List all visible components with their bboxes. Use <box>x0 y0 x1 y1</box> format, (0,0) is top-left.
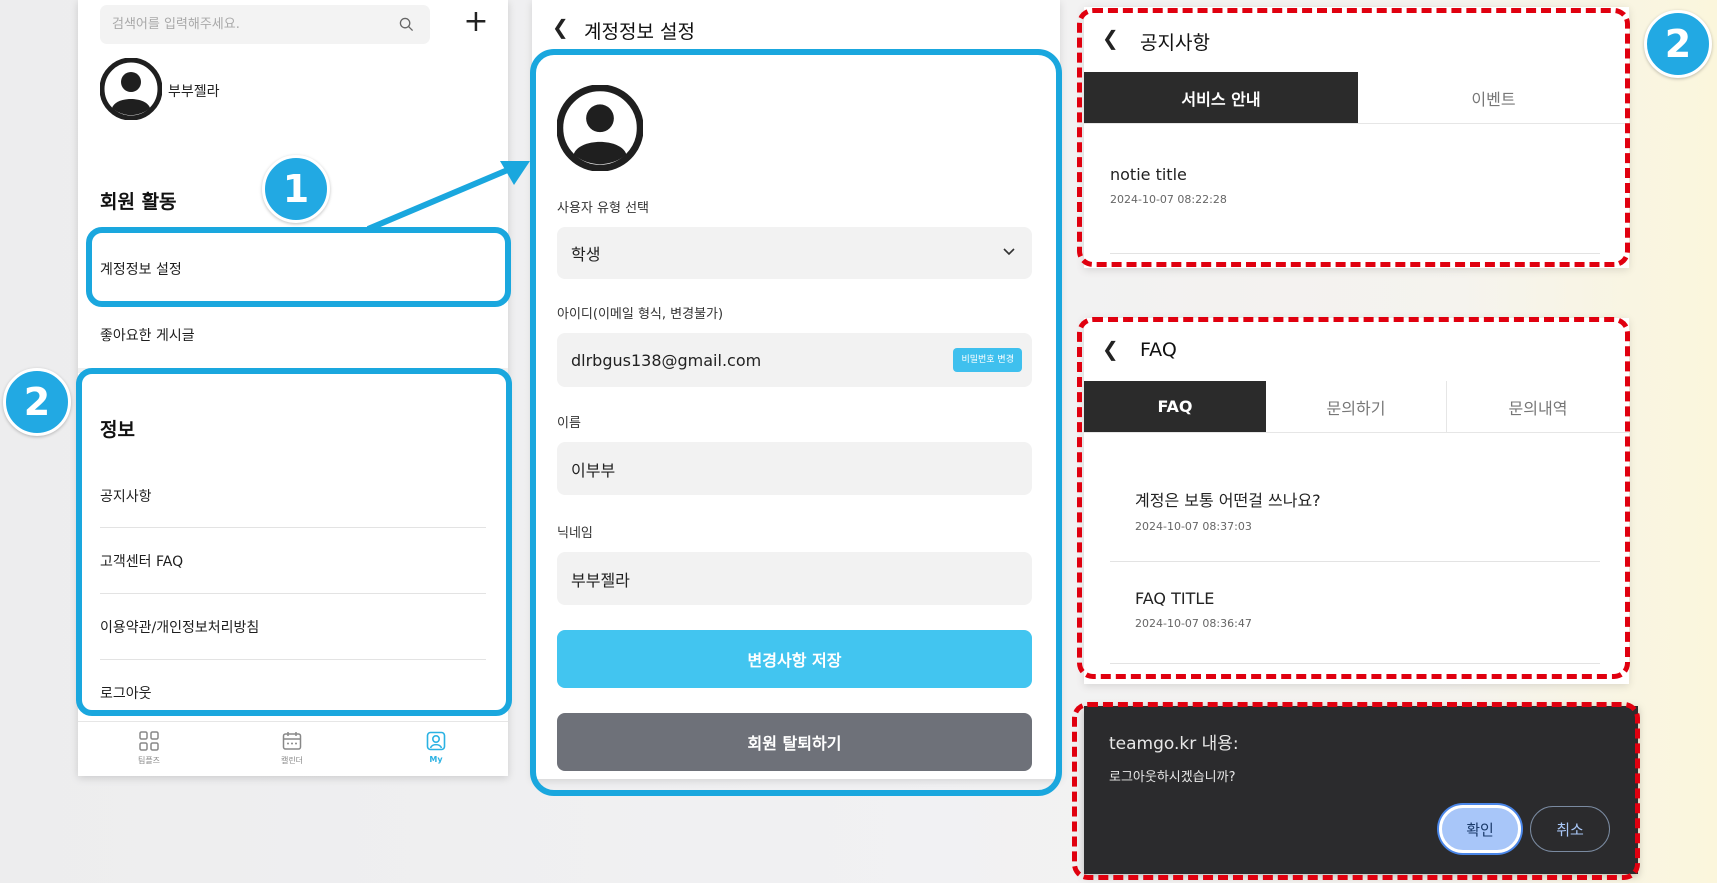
step-badge-2-right: 2 <box>1644 10 1712 78</box>
search-bar <box>100 5 430 44</box>
highlight-account-form <box>530 49 1062 796</box>
nav-item-teamples[interactable]: 팀플즈 <box>119 730 179 766</box>
menu-item-liked-posts[interactable]: 좋아요한 게시글 <box>78 302 508 368</box>
section-title-member-activity: 회원 활동 <box>100 191 177 213</box>
add-icon[interactable]: + <box>461 7 491 37</box>
username: 부부젤라 <box>168 84 220 100</box>
arrow-icon <box>366 161 530 232</box>
search-input[interactable] <box>100 5 390 44</box>
page-title: 계정정보 설정 <box>584 21 695 43</box>
highlight-faq <box>1077 317 1630 679</box>
highlight-info-section <box>76 368 512 716</box>
profile-icon <box>426 731 446 751</box>
step-badge-1: 1 <box>262 155 330 223</box>
avatar <box>100 58 162 120</box>
highlight-account-settings <box>86 227 511 307</box>
bottom-nav: 팀플즈 캘린더 My <box>78 721 508 776</box>
nav-item-calendar[interactable]: 캘린더 <box>262 730 322 766</box>
nav-label: 팀플즈 <box>137 756 161 765</box>
highlight-logout-dialog <box>1072 702 1640 880</box>
nav-label: 캘린더 <box>280 756 304 765</box>
calendar-icon <box>282 732 302 750</box>
grid-icon <box>139 731 159 751</box>
nav-label: My <box>429 755 443 764</box>
nav-item-my[interactable]: My <box>406 730 466 764</box>
step-badge-2: 2 <box>3 368 71 436</box>
highlight-notice <box>1077 8 1630 267</box>
search-icon[interactable] <box>399 17 414 32</box>
back-icon[interactable]: ❮ <box>552 15 569 39</box>
